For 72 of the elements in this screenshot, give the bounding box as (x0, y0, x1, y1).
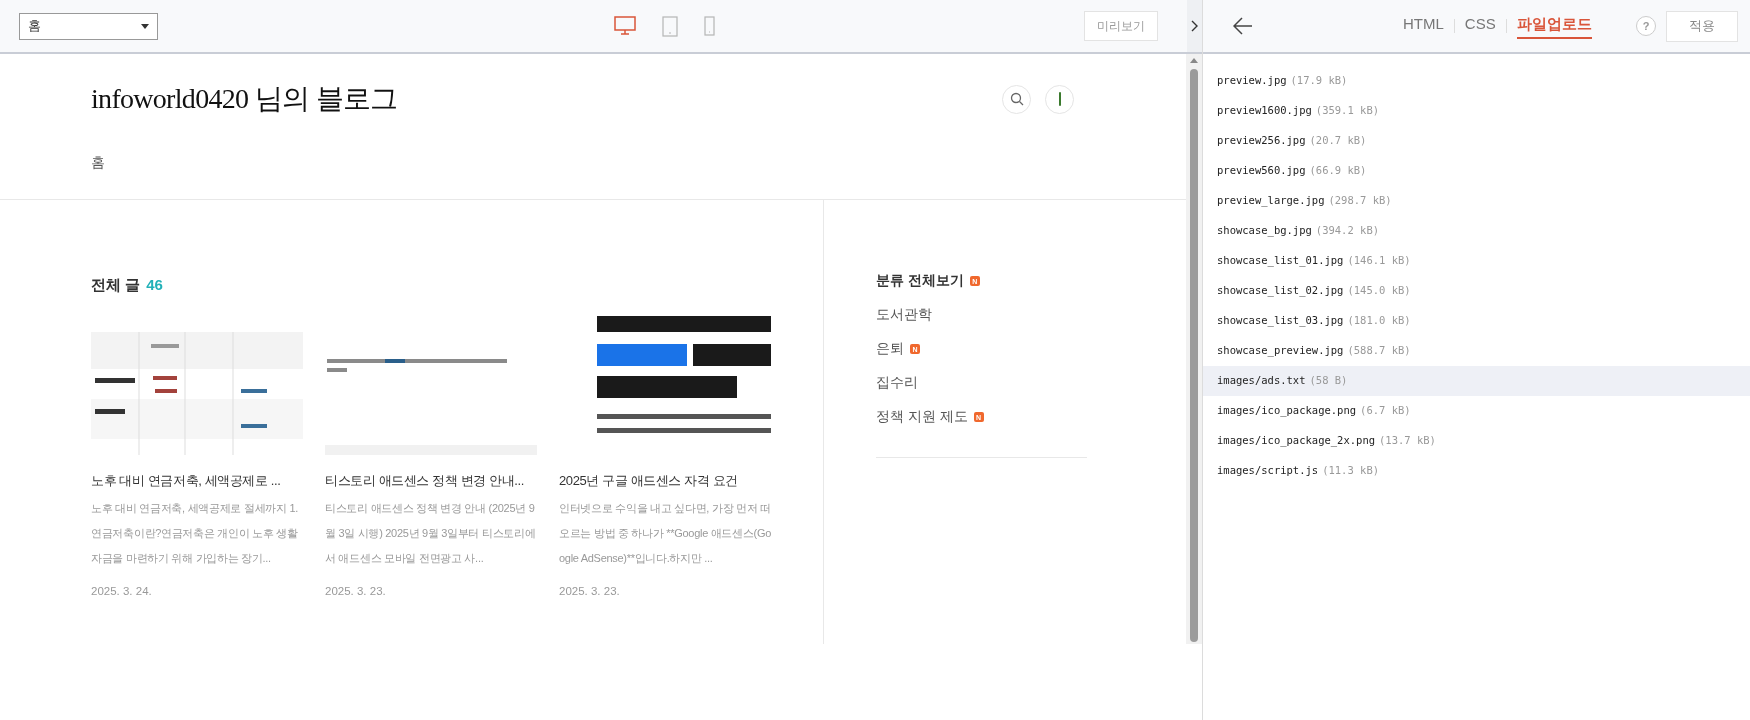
post-date: 2025. 3. 23. (559, 584, 621, 599)
category-link[interactable]: 집수리 (876, 372, 918, 394)
scroll-up-icon[interactable] (1190, 58, 1198, 63)
post-title[interactable]: 티스토리 애드센스 정책 변경 안내... (325, 470, 524, 490)
file-size: (146.1 kB) (1347, 253, 1411, 269)
editor-tab[interactable]: 파일업로드 (1516, 13, 1592, 39)
search-icon (1009, 92, 1024, 106)
file-row[interactable]: preview560.jpg (66.9 kB) (1203, 156, 1750, 186)
file-size: (181.0 kB) (1347, 313, 1411, 329)
file-row[interactable]: preview256.jpg (20.7 kB) (1203, 126, 1750, 156)
file-size: (58 B) (1309, 373, 1348, 389)
file-name: preview.jpg (1217, 73, 1287, 89)
page-select[interactable]: 홈 (19, 12, 158, 40)
file-row[interactable]: showcase_list_03.jpg (181.0 kB) (1203, 306, 1750, 336)
post-excerpt: 노후 대비 연금저축, 세액공제로 절세까지 1. 연금저축이란?연금저축은 개인이 노후 생활자금을 마련하기 위해 가입하는 장기... (91, 501, 299, 566)
file-row[interactable]: showcase_list_02.jpg (145.0 kB) (1203, 276, 1750, 306)
category-link[interactable]: 도서관학 (876, 304, 932, 326)
blog-title: infoworld0420 님의 블로그 (91, 82, 398, 116)
editor-tab[interactable]: CSS (1464, 13, 1496, 39)
nav-link[interactable]: 홈 (91, 152, 105, 173)
category-link[interactable]: 은퇴 (876, 338, 904, 360)
editor-tab[interactable]: HTML (1403, 13, 1444, 39)
file-name: preview1600.jpg (1217, 103, 1312, 119)
file-name: preview256.jpg (1217, 133, 1306, 149)
post-title[interactable]: 노후 대비 연금저축, 세액공제로 ... (91, 470, 281, 490)
post-excerpt: 티스토리 애드센스 정책 변경 안내 (2025년 9월 3일 시행) 2025년 9월 3일부터 티스토리에서 애드센스 모바일 전면광고 사... (325, 501, 537, 566)
section-heading: 전체 글 (91, 275, 141, 295)
desktop-icon[interactable] (614, 16, 636, 36)
file-row[interactable]: showcase_bg.jpg (394.2 kB) (1203, 216, 1750, 246)
file-name: images/script.js (1217, 463, 1319, 479)
file-size: (298.7 kB) (1328, 193, 1392, 209)
file-row[interactable]: images/ico_package_2x.png (13.7 kB) (1203, 426, 1750, 456)
post-date: 2025. 3. 24. (91, 584, 153, 599)
scrollbar[interactable] (1186, 54, 1202, 644)
category-link[interactable]: 정책 지원 제도 (876, 406, 968, 428)
all-categories-link[interactable]: 분류 전체보기 (876, 270, 964, 292)
caret-icon (141, 23, 149, 29)
file-row[interactable]: preview1600.jpg (359.1 kB) (1203, 96, 1750, 126)
file-size: (11.3 kB) (1322, 463, 1380, 479)
file-size: (20.7 kB) (1309, 133, 1367, 149)
file-size: (145.0 kB) (1347, 283, 1411, 299)
file-name: showcase_list_02.jpg (1217, 283, 1344, 299)
file-name: showcase_preview.jpg (1217, 343, 1344, 359)
post-count: 46 (146, 275, 163, 295)
file-size: (588.7 kB) (1347, 343, 1411, 359)
apply-button[interactable]: 적용 (1666, 10, 1738, 42)
file-size: (6.7 kB) (1360, 403, 1411, 419)
file-row[interactable]: showcase_list_01.jpg (146.1 kB) (1203, 246, 1750, 276)
file-name: preview_large.jpg (1217, 193, 1325, 209)
file-row[interactable]: preview.jpg (17.9 kB) (1203, 66, 1750, 96)
file-row[interactable]: images/ads.txt (58 B) (1203, 366, 1750, 396)
file-size: (359.1 kB) (1315, 103, 1380, 119)
file-row[interactable]: preview_large.jpg (298.7 kB) (1203, 186, 1750, 216)
file-size: (17.9 kB) (1290, 73, 1348, 89)
file-row[interactable]: showcase_preview.jpg (588.7 kB) (1203, 336, 1750, 366)
file-name: showcase_list_03.jpg (1217, 313, 1344, 329)
file-name: images/ico_package.png (1217, 403, 1357, 419)
post-date: 2025. 3. 23. (325, 584, 387, 599)
chevron-right-icon[interactable] (1191, 20, 1198, 32)
file-row[interactable]: images/ico_package.png (6.7 kB) (1203, 396, 1750, 426)
post-title[interactable]: 2025년 구글 애드센스 자격 요건 (559, 470, 738, 490)
file-name: showcase_bg.jpg (1217, 223, 1312, 239)
file-size: (13.7 kB) (1379, 433, 1436, 449)
file-name: showcase_list_01.jpg (1217, 253, 1344, 269)
file-name: preview560.jpg (1217, 163, 1306, 179)
file-name: images/ico_package_2x.png (1217, 433, 1376, 449)
back-arrow-icon[interactable] (1233, 17, 1253, 35)
file-size: (394.2 kB) (1315, 223, 1380, 239)
file-size: (66.9 kB) (1309, 163, 1367, 179)
file-row[interactable]: images/script.js (11.3 kB) (1203, 456, 1750, 486)
file-name: images/ads.txt (1217, 373, 1306, 389)
post-excerpt: 인터넷으로 수익을 내고 싶다면, 가장 먼저 떠오르는 방법 중 하나가 **Google 애드센스(Google AdSense)**입니다.하지만 ... (559, 501, 771, 566)
